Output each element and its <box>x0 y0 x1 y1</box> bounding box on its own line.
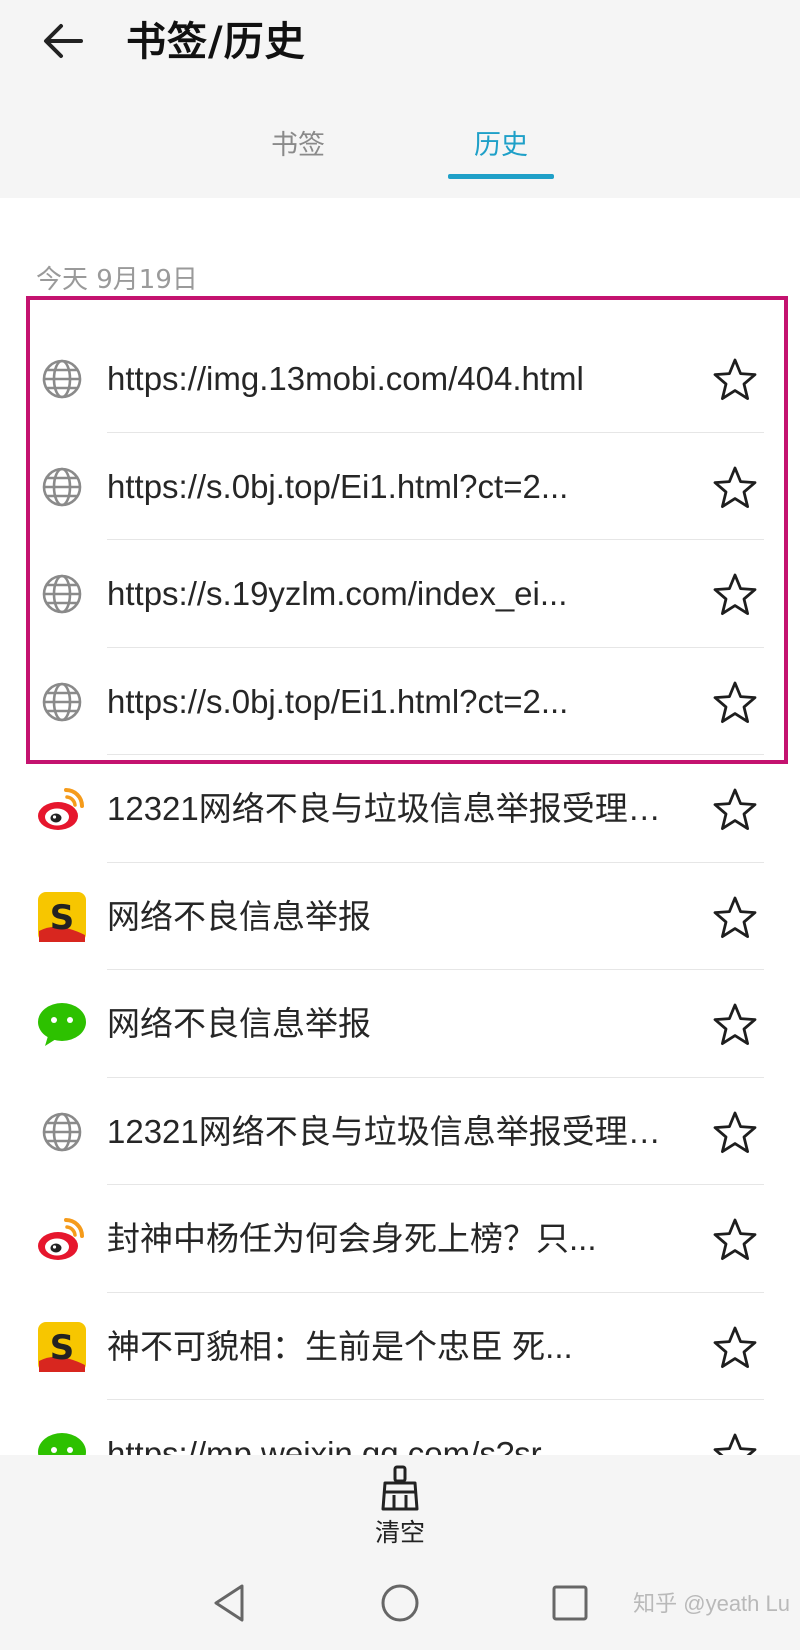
bookmark-star-icon[interactable] <box>710 463 760 513</box>
history-item-title: 12321网络不良与垃圾信息举报受理中心 <box>107 790 677 827</box>
bookmark-star-icon[interactable] <box>710 355 760 405</box>
svg-text:S: S <box>50 1328 75 1368</box>
bookmark-star-icon[interactable] <box>710 1108 760 1158</box>
history-item[interactable]: 12321网络不良与垃圾信息举报受理中心 <box>0 755 800 863</box>
history-item-title: https://mp.weixin.qq.com/s?sr... <box>107 1435 568 1455</box>
history-item[interactable]: https://s.0bj.top/Ei1.html?ct=2... <box>0 648 800 755</box>
globe-icon <box>36 353 88 405</box>
arrow-left-icon <box>44 24 83 58</box>
clear-label: 清空 <box>374 1518 425 1547</box>
history-item-title: https://s.0bj.top/Ei1.html?ct=2... <box>107 682 569 720</box>
bookmark-star-icon[interactable] <box>710 1215 760 1265</box>
sogou-icon: S <box>36 1321 88 1373</box>
bookmark-star-icon[interactable] <box>710 1000 760 1050</box>
tab-bookmarks[interactable]: 书签 <box>248 118 348 174</box>
bookmark-star-icon[interactable] <box>710 1430 760 1455</box>
history-item-title: https://img.13mobi.com/404.html <box>107 360 584 397</box>
history-item[interactable]: 封神中杨任为何会身死上榜？只... <box>0 1185 800 1293</box>
history-item[interactable]: https://s.19yzlm.com/index_ei... <box>0 540 800 648</box>
bookmark-star-icon[interactable] <box>710 570 760 620</box>
history-item[interactable]: 网络不良信息举报 <box>0 970 800 1078</box>
svg-text:S: S <box>50 898 75 938</box>
bookmark-star-icon[interactable] <box>710 678 760 728</box>
history-item[interactable]: S 网络不良信息举报 <box>0 863 800 970</box>
wechat-icon <box>36 1428 88 1455</box>
section-date: 今天 9月19日 <box>36 265 198 295</box>
history-item[interactable]: https://mp.weixin.qq.com/s?sr... <box>0 1400 800 1455</box>
history-item-title: 神不可貌相：生前是个忠臣 死... <box>107 1327 573 1365</box>
tab-history[interactable]: 历史 <box>448 118 554 174</box>
nav-home-icon[interactable] <box>375 1578 425 1628</box>
header: 书签/历史 书签 历史 <box>0 0 800 198</box>
back-button[interactable] <box>28 10 98 72</box>
history-item-title: 网络不良信息举报 <box>107 1005 371 1042</box>
wechat-icon <box>36 998 88 1050</box>
history-item-title: 网络不良信息举报 <box>107 897 371 935</box>
bookmark-star-icon[interactable] <box>710 1323 760 1373</box>
history-list: https://img.13mobi.com/404.html https://s… <box>0 325 800 1455</box>
globe-icon <box>36 1106 88 1158</box>
history-item[interactable]: 12321网络不良与垃圾信息举报受理中心 <box>0 1078 800 1185</box>
globe-icon <box>36 568 88 620</box>
weibo-icon <box>36 783 88 835</box>
history-item-title: https://s.19yzlm.com/index_ei... <box>107 575 568 612</box>
sogou-icon: S <box>36 891 88 943</box>
history-item[interactable]: https://s.0bj.top/Ei1.html?ct=2... <box>0 433 800 540</box>
nav-recent-apps-icon[interactable] <box>545 1578 595 1628</box>
browser-history-screen: 书签/历史 书签 历史 今天 9月19日 https://img.13mobi.… <box>0 0 800 1650</box>
history-item[interactable]: S 神不可貌相：生前是个忠臣 死... <box>0 1293 800 1400</box>
active-tab-indicator <box>448 174 554 179</box>
globe-icon <box>36 461 88 513</box>
broom-icon <box>381 1465 419 1511</box>
system-navigation-bar: 知乎 @yeath Lu <box>0 1560 800 1650</box>
globe-icon <box>36 676 88 728</box>
bookmark-star-icon[interactable] <box>710 785 760 835</box>
history-item-title: https://s.0bj.top/Ei1.html?ct=2... <box>107 467 569 505</box>
clear-button[interactable]: 清空 <box>360 1465 440 1555</box>
history-item-title: 封神中杨任为何会身死上榜？只... <box>107 1220 597 1257</box>
page-title: 书签/历史 <box>126 19 306 65</box>
watermark: 知乎 @yeath Lu <box>633 1591 790 1616</box>
history-item-title: 12321网络不良与垃圾信息举报受理中心 <box>107 1112 677 1150</box>
nav-back-icon[interactable] <box>204 1578 254 1628</box>
history-item[interactable]: https://img.13mobi.com/404.html <box>0 325 800 433</box>
bookmark-star-icon[interactable] <box>710 893 760 943</box>
bottom-toolbar: 清空 <box>0 1455 800 1560</box>
weibo-icon <box>36 1213 88 1265</box>
